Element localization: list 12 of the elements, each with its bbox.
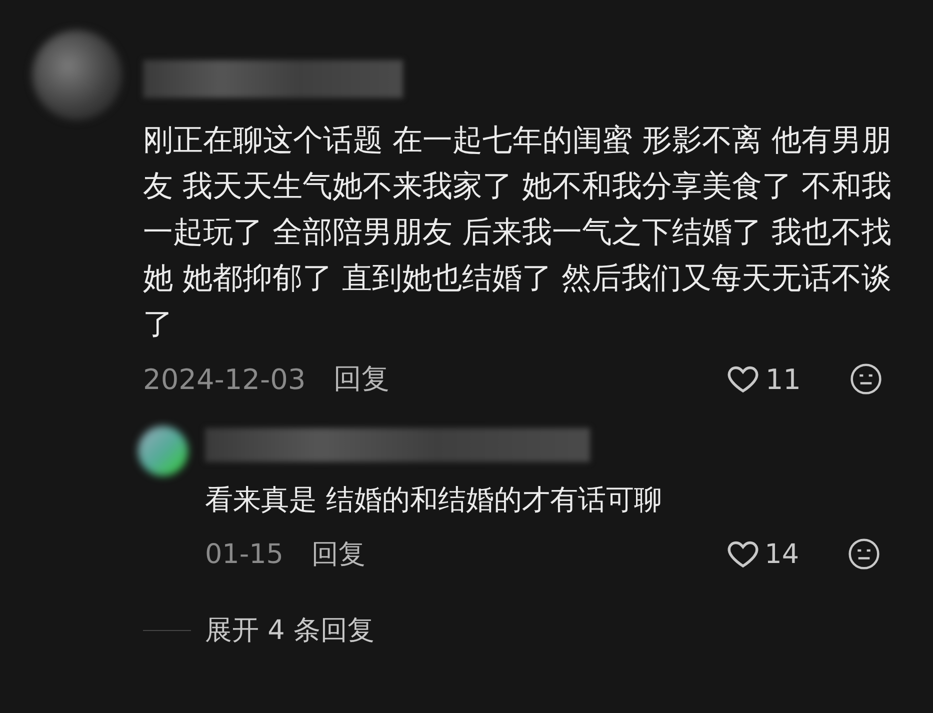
comment-text: 刚正在聊这个话题 在一起七年的闺蜜 形影不离 他有男朋友 我天天生气她不来我家了 她不和我分享美食了 不和我一起玩了 全部陪男朋友 后来我一气之下结婚了 我也不找她 她都抑郁了 直到她也结婚了 然后我们又每天无话不谈了 [143,122,893,344]
like-button[interactable]: 11 [725,361,801,397]
expand-replies-button[interactable]: 展开 4 条回复 [205,612,374,648]
emoji-face-icon[interactable] [847,537,881,571]
blurred-avatar[interactable] [138,426,188,476]
emoji-face-icon[interactable] [849,362,883,396]
reply-date: 01-15 [205,538,284,570]
reply-text: 看来真是 结婚的和结婚的才有话可聊 [205,482,663,518]
reply-button[interactable]: 回复 [311,536,366,572]
reply-button[interactable]: 回复 [334,360,390,398]
like-button[interactable]: 14 [724,536,799,572]
comment-date: 2024-12-03 [143,362,306,396]
